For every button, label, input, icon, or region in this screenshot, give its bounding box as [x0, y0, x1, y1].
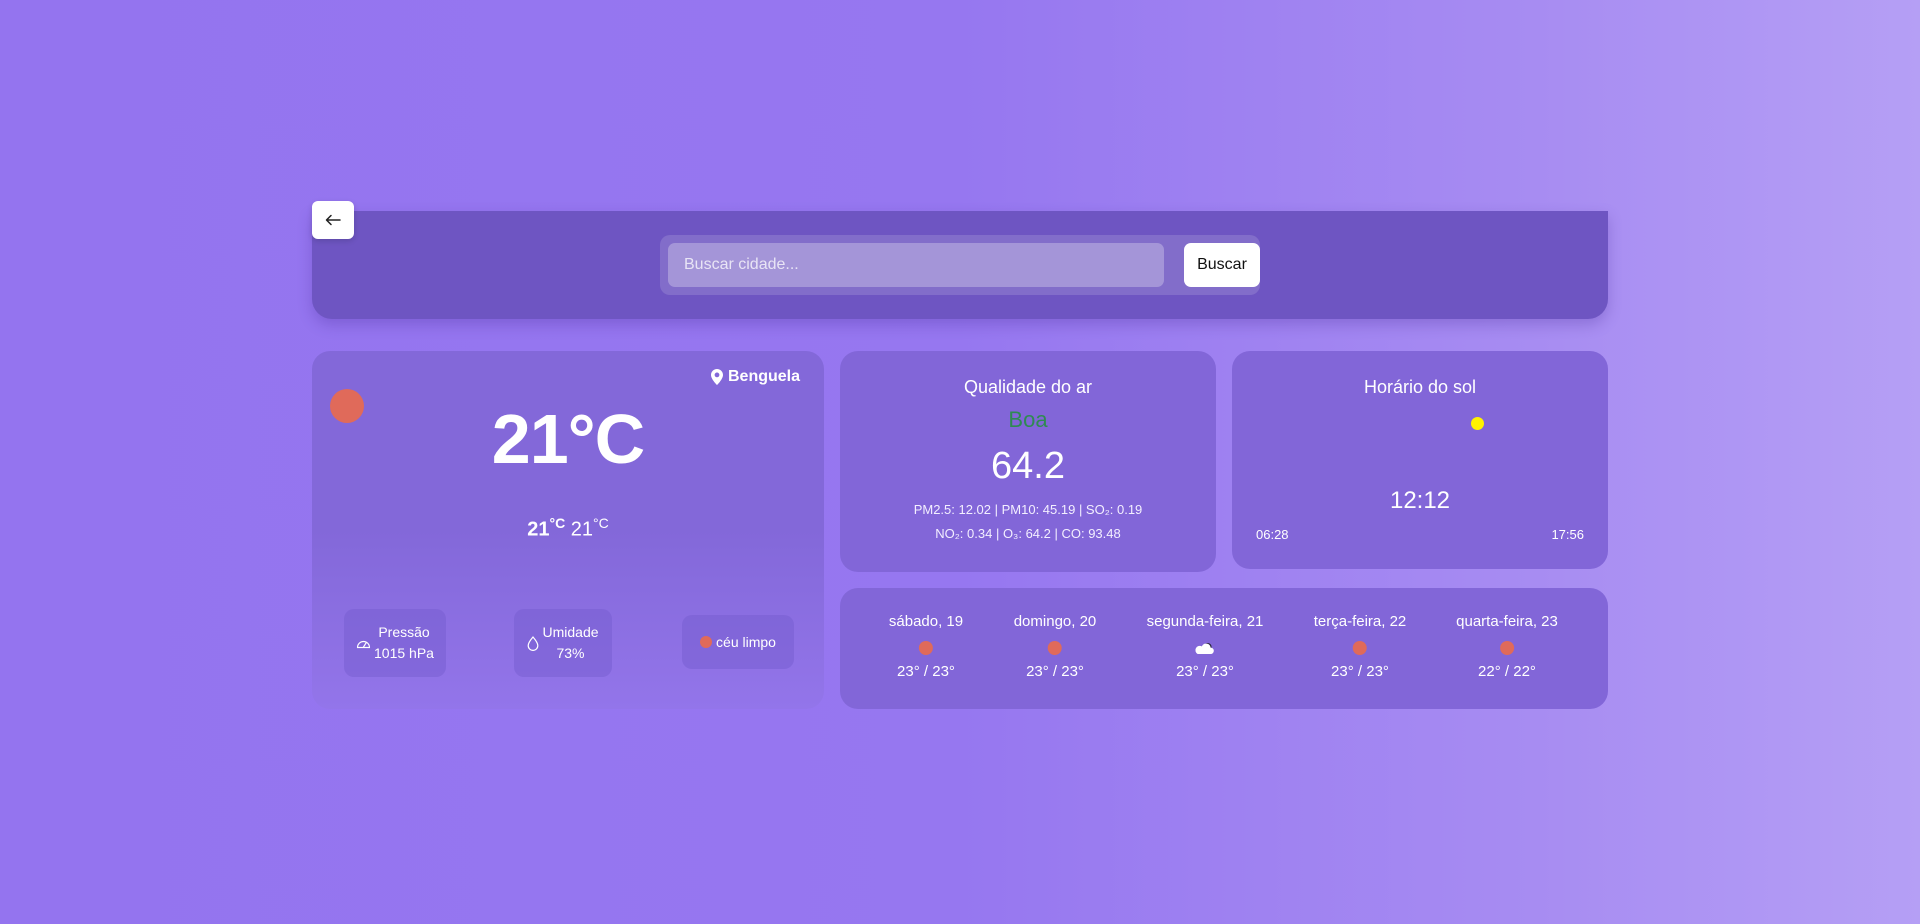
- forecast-day: domingo, 20 23° / 23°: [1014, 613, 1097, 680]
- gauge-icon: [356, 640, 371, 649]
- droplet-icon: [528, 635, 539, 651]
- pollutants-line-1: PM2.5: 12.02 | PM10: 45.19 | SO₂: 0.19: [913, 502, 1143, 517]
- temp-max: 21: [527, 518, 550, 541]
- air-quality-details: PM2.5: 12.02 | PM10: 45.19 | SO₂: 0.19 N…: [840, 498, 1216, 546]
- sun-icon: [1352, 641, 1367, 655]
- pressure-value: 1015 hPa: [374, 645, 434, 661]
- arrow-left-icon: [325, 214, 341, 226]
- search-header: Buscar: [312, 211, 1608, 319]
- forecast-temps: 23° / 23°: [897, 663, 955, 680]
- humidity-stat: Umidade 73%: [514, 609, 612, 677]
- air-quality-index: 64.2: [991, 445, 1065, 487]
- sunrise-time: 06:28: [1256, 527, 1289, 542]
- sunset-time: 17:56: [1551, 527, 1584, 542]
- forecast-day-label: domingo, 20: [1013, 613, 1097, 630]
- temp-min-unit: °C: [593, 515, 609, 531]
- current-time: 12:12: [1389, 487, 1451, 514]
- search-button[interactable]: Buscar: [1184, 243, 1260, 287]
- forecast-day-label: segunda-feira, 21: [1146, 613, 1264, 630]
- temperature-range: 21°C 21°C: [312, 515, 824, 542]
- forecast-temps: 23° / 23°: [1331, 663, 1389, 680]
- temp-min: 21: [570, 518, 594, 541]
- pressure-label: Pressão: [378, 624, 430, 640]
- search-bar: Buscar: [660, 235, 1260, 295]
- sun-icon: [700, 636, 713, 648]
- pollutants-line-2: NO₂: 0.34 | O₃: 64.2 | CO: 93.48: [935, 526, 1121, 541]
- forecast-day-label: quarta-feira, 23: [1456, 613, 1558, 630]
- map-pin-icon: [710, 369, 723, 385]
- forecast-day-label: terça-feira, 22: [1313, 613, 1407, 630]
- condition-description: céu limpo: [716, 633, 776, 650]
- sun-times-title: Horário do sol: [1363, 377, 1477, 397]
- forecast-temps: 22° / 22°: [1478, 663, 1536, 680]
- forecast-day: sábado, 19 23° / 23°: [889, 613, 963, 680]
- humidity-label: Umidade: [542, 624, 599, 640]
- sun-icon: [1048, 641, 1062, 655]
- temp-max-unit: °C: [549, 515, 566, 531]
- air-quality-card: Qualidade do ar Boa 64.2 PM2.5: 12.02 | …: [840, 351, 1216, 572]
- forecast-day: terça-feira, 22 23° / 23°: [1314, 613, 1407, 680]
- city-location: Benguela: [710, 368, 800, 386]
- pressure-stat: Pressão 1015 hPa: [344, 609, 446, 677]
- city-name: Benguela: [727, 368, 800, 385]
- sun-icon: [918, 641, 933, 655]
- search-input[interactable]: [668, 243, 1164, 287]
- forecast-day-label: sábado, 19: [888, 613, 964, 630]
- sun-times-card: Horário do sol 12:12 06:28 17:56: [1232, 351, 1608, 569]
- cloud-icon: [1195, 643, 1215, 654]
- sun-position-marker: [1471, 417, 1484, 430]
- sun-icon: [1499, 641, 1514, 655]
- forecast-temps: 23° / 23°: [1026, 663, 1084, 680]
- air-quality-status: Boa: [1008, 407, 1048, 432]
- forecast-day: quarta-feira, 23 22° / 22°: [1456, 613, 1558, 680]
- current-weather-card: Benguela 21°C 21°C 21°C Pressão 1015 hPa…: [312, 351, 824, 709]
- forecast-card: sábado, 19 23° / 23° domingo, 20 23° / 2…: [840, 588, 1608, 709]
- humidity-value: 73%: [556, 645, 585, 661]
- forecast-temps: 23° / 23°: [1176, 663, 1234, 680]
- forecast-day: segunda-feira, 21 23° / 23°: [1147, 613, 1264, 680]
- air-quality-title: Qualidade do ar: [963, 377, 1093, 397]
- back-button[interactable]: [312, 201, 354, 239]
- current-temperature: 21°C: [491, 400, 645, 478]
- condition-stat: céu limpo: [682, 615, 794, 669]
